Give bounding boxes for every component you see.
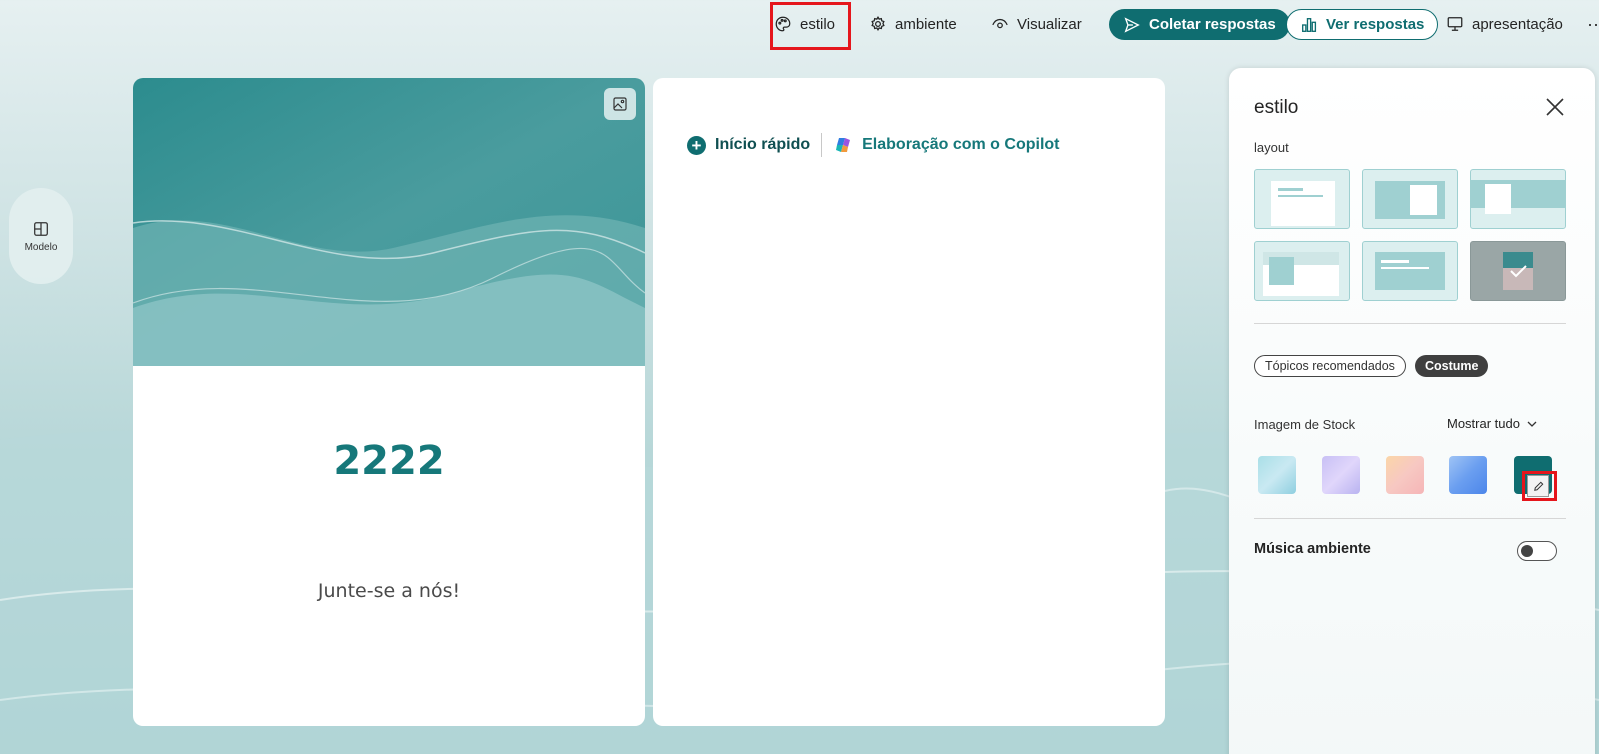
close-icon[interactable]: [1544, 96, 1566, 118]
more-options-button[interactable]: ···: [1587, 9, 1599, 39]
send-icon: [1124, 16, 1140, 33]
layout-option-2[interactable]: [1362, 169, 1458, 229]
copilot-draft-button[interactable]: Elaboração com o Copilot: [833, 134, 1059, 156]
quick-start-button[interactable]: + Início rápido: [687, 135, 811, 155]
copilot-draft-label: Elaboração com o Copilot: [862, 136, 1060, 153]
chevron-down-icon: [1527, 421, 1537, 427]
layout-label: layout: [1254, 140, 1289, 155]
top-toolbar: estilo ambiente Visualizar Coletar respo…: [0, 0, 1599, 50]
change-image-button[interactable]: [604, 88, 636, 120]
monitor-icon: [1447, 17, 1463, 31]
more-options-label: ···: [1587, 13, 1599, 34]
form-editor-card: + Início rápido Elaboração com o Copilot: [653, 78, 1165, 726]
layout-option-5[interactable]: [1362, 241, 1458, 301]
template-label: Modelo: [24, 241, 58, 253]
style-button-label: estilo: [800, 15, 836, 33]
form-title[interactable]: 2222: [133, 438, 645, 484]
edit-color-button[interactable]: [1527, 475, 1549, 497]
layout-option-2-preview: [1375, 181, 1445, 219]
presentation-button-label: apresentação: [1472, 15, 1563, 33]
layout-options-grid: [1254, 169, 1566, 301]
stock-swatch-lavender[interactable]: [1322, 456, 1360, 494]
layout-option-3-preview: [1471, 180, 1565, 214]
palette-icon: [775, 16, 791, 32]
style-panel: estilo layout Tópicos recomendados Costu…: [1229, 68, 1595, 754]
toggle-knob: [1521, 545, 1533, 557]
show-all-button[interactable]: Mostrar tudo: [1447, 416, 1538, 431]
quick-actions-divider: [821, 133, 823, 157]
stock-image-label: Imagem de Stock: [1254, 417, 1356, 432]
settings-button-label: ambiente: [895, 15, 957, 33]
style-panel-title: estilo: [1254, 97, 1299, 118]
layout-option-5-preview: [1375, 252, 1445, 290]
collect-responses-label: Coletar respostas: [1149, 16, 1276, 33]
layout-option-1[interactable]: [1254, 169, 1350, 229]
template-rail-button[interactable]: Modelo: [9, 188, 73, 284]
preview-button[interactable]: Visualizar: [991, 9, 1082, 39]
pencil-icon: [1533, 481, 1543, 491]
show-all-label: Mostrar tudo: [1447, 416, 1520, 431]
quick-actions-row: + Início rápido Elaboração com o Copilot: [687, 132, 1059, 158]
settings-button[interactable]: ambiente: [869, 9, 957, 39]
stock-swatch-peach[interactable]: [1386, 456, 1424, 494]
form-cover-card: 2222 Junte-se a nós!: [133, 78, 645, 726]
layout-option-3[interactable]: [1470, 169, 1566, 229]
panel-divider-1: [1254, 323, 1566, 324]
layout-grid-icon: [34, 221, 48, 236]
ambient-music-label: Música ambiente: [1254, 541, 1371, 557]
tab-recommended-topics[interactable]: Tópicos recomendados: [1254, 355, 1406, 377]
cover-banner-image: [133, 78, 645, 366]
layout-option-4[interactable]: [1254, 241, 1350, 301]
style-button[interactable]: estilo: [770, 9, 846, 39]
preview-button-label: Visualizar: [1017, 15, 1082, 33]
ambient-music-toggle[interactable]: [1517, 541, 1557, 561]
stock-swatch-blue[interactable]: [1449, 456, 1487, 494]
view-responses-button[interactable]: Ver respostas: [1286, 9, 1439, 40]
presentation-button[interactable]: apresentação: [1446, 9, 1563, 39]
tab-custom[interactable]: Costume: [1415, 355, 1489, 377]
view-responses-label: Ver respostas: [1326, 16, 1425, 33]
gear-icon: [871, 16, 885, 32]
eye-icon: [992, 18, 1008, 29]
copilot-icon: [836, 138, 851, 152]
plus-circle-icon: +: [687, 135, 706, 155]
layout-option-6-selected[interactable]: [1470, 241, 1566, 301]
collect-responses-button[interactable]: Coletar respostas: [1109, 9, 1290, 40]
layout-option-6-preview: [1503, 252, 1533, 290]
bar-chart-icon: [1302, 17, 1317, 32]
layout-option-1-preview: [1271, 181, 1335, 226]
form-subtitle[interactable]: Junte-se a nós!: [133, 580, 645, 602]
stock-swatch-aqua[interactable]: [1258, 456, 1296, 494]
image-icon: [613, 97, 627, 111]
layout-option-4-preview: [1263, 252, 1339, 296]
quick-start-label: Início rápido: [715, 136, 811, 153]
panel-divider-2: [1254, 518, 1566, 519]
